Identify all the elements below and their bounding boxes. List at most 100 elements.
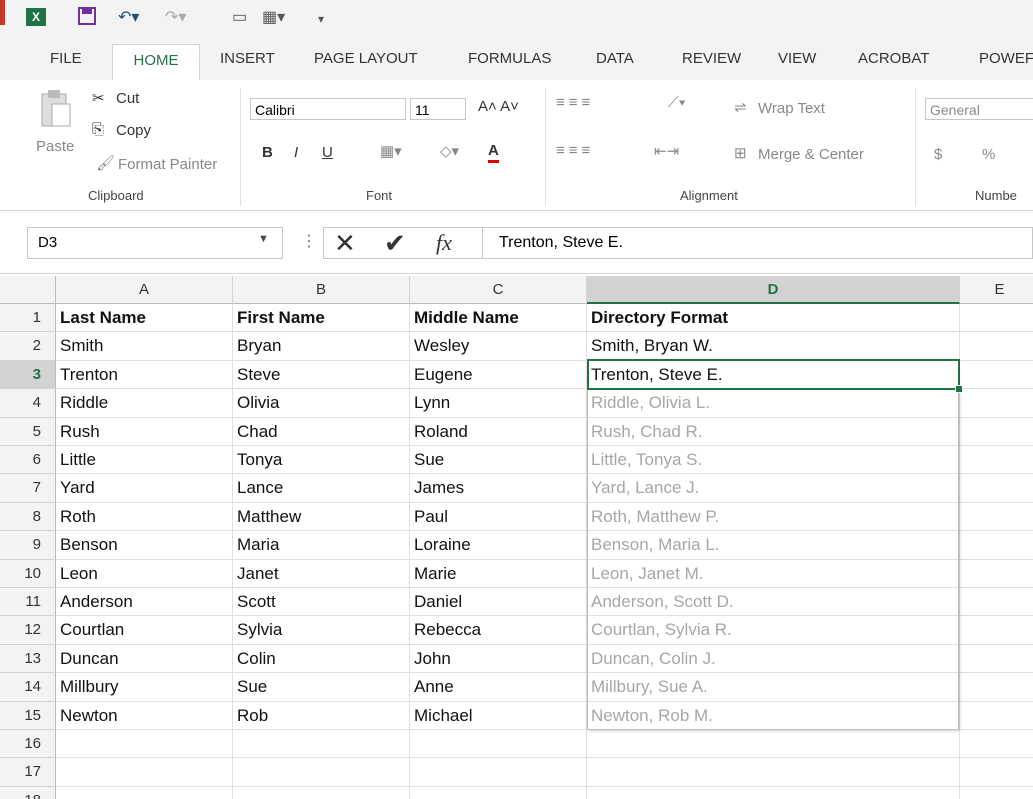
- tab-page-layout[interactable]: PAGE LAYOUT: [314, 50, 418, 67]
- cell[interactable]: [960, 474, 1033, 503]
- cell[interactable]: Yard: [56, 474, 233, 503]
- tab-insert[interactable]: INSERT: [220, 50, 275, 67]
- cell[interactable]: [587, 786, 960, 799]
- cell[interactable]: Wesley: [410, 332, 587, 361]
- table-icon[interactable]: ▦▾: [262, 7, 285, 27]
- cell[interactable]: Sue: [233, 673, 410, 702]
- row-header[interactable]: 14: [0, 673, 56, 702]
- font-name-select[interactable]: Calibri: [250, 98, 406, 120]
- cell[interactable]: Olivia: [233, 389, 410, 418]
- vertical-align-icons[interactable]: ≡≡≡: [556, 94, 594, 111]
- cell[interactable]: Riddle: [56, 389, 233, 418]
- column-header-e[interactable]: E: [960, 276, 1033, 304]
- cell[interactable]: Steve: [233, 360, 410, 390]
- column-header-c[interactable]: C: [410, 276, 587, 304]
- select-all-corner[interactable]: [0, 276, 56, 304]
- cell[interactable]: Leon, Janet M.: [587, 559, 960, 588]
- cancel-icon[interactable]: ✕: [334, 228, 356, 258]
- cell[interactable]: Benson, Maria L.: [587, 531, 960, 560]
- cell[interactable]: Duncan, Colin J.: [587, 644, 960, 674]
- cell[interactable]: Leon: [56, 559, 233, 588]
- row-header[interactable]: 12: [0, 616, 56, 645]
- cell[interactable]: Little: [56, 446, 233, 475]
- cell[interactable]: Roth, Matthew P.: [587, 502, 960, 532]
- percent-button[interactable]: %: [982, 146, 995, 163]
- cell[interactable]: Maria: [233, 531, 410, 560]
- row-header[interactable]: 4: [0, 389, 56, 418]
- cell[interactable]: Newton: [56, 701, 233, 730]
- column-header-a[interactable]: A: [56, 276, 233, 304]
- cell[interactable]: [960, 673, 1033, 702]
- tab-file[interactable]: FILE: [50, 50, 82, 67]
- row-header[interactable]: 6: [0, 446, 56, 475]
- cell[interactable]: [960, 787, 1033, 799]
- cell[interactable]: Lance: [233, 474, 410, 503]
- cell[interactable]: Roland: [410, 417, 587, 446]
- name-box-dropdown-icon[interactable]: ▼: [258, 233, 269, 245]
- cell[interactable]: Newton, Rob M.: [587, 701, 960, 730]
- cell[interactable]: Little, Tonya S.: [587, 446, 960, 475]
- cell[interactable]: Loraine: [410, 531, 587, 560]
- row-header[interactable]: 15: [0, 701, 56, 730]
- bold-button[interactable]: B: [262, 144, 273, 161]
- cell[interactable]: Anne: [410, 673, 587, 702]
- row-header[interactable]: 1: [0, 304, 56, 333]
- underline-button[interactable]: U: [322, 144, 333, 161]
- tab-view[interactable]: VIEW: [778, 50, 816, 67]
- tab-power[interactable]: POWEF: [979, 50, 1033, 67]
- cell[interactable]: [56, 758, 233, 787]
- cell[interactable]: Lynn: [410, 389, 587, 418]
- customize-qat-icon[interactable]: ▾: [318, 12, 324, 26]
- cell[interactable]: [56, 786, 233, 799]
- cell[interactable]: Sylvia: [233, 616, 410, 645]
- copy-button[interactable]: Copy: [116, 122, 151, 139]
- tab-home[interactable]: HOME: [112, 44, 200, 81]
- cell[interactable]: James: [410, 474, 587, 503]
- fill-color-icon[interactable]: ◇▾: [440, 142, 459, 160]
- cell[interactable]: Rush, Chad R.: [587, 417, 960, 446]
- cell[interactable]: Rush: [56, 417, 233, 446]
- cell[interactable]: [960, 361, 1033, 390]
- row-header[interactable]: 13: [0, 644, 56, 674]
- column-header-d[interactable]: D: [587, 276, 960, 304]
- font-color-icon[interactable]: A: [488, 142, 499, 163]
- cell[interactable]: Rebecca: [410, 616, 587, 645]
- cell[interactable]: [960, 332, 1033, 361]
- paste-icon[interactable]: [36, 88, 76, 127]
- number-format-select[interactable]: General: [925, 98, 1033, 120]
- cell[interactable]: [960, 560, 1033, 588]
- cell[interactable]: Anderson: [56, 588, 233, 617]
- save-icon[interactable]: [78, 7, 96, 30]
- merge-center-button[interactable]: Merge & Center: [758, 146, 864, 163]
- cell[interactable]: [960, 531, 1033, 560]
- cell[interactable]: Courtlan, Sylvia R.: [587, 616, 960, 645]
- cut-button[interactable]: Cut: [116, 90, 139, 107]
- enter-icon[interactable]: ✔: [384, 228, 406, 258]
- cell[interactable]: Paul: [410, 502, 587, 532]
- cell[interactable]: [960, 616, 1033, 645]
- cell[interactable]: John: [410, 644, 587, 674]
- tab-formulas[interactable]: FORMULAS: [468, 50, 551, 67]
- italic-button[interactable]: I: [294, 144, 298, 161]
- cell[interactable]: Bryan: [233, 332, 410, 361]
- cell[interactable]: [56, 730, 233, 759]
- row-header[interactable]: 8: [0, 502, 56, 532]
- cell[interactable]: Scott: [233, 588, 410, 617]
- row-header[interactable]: 17: [0, 758, 56, 787]
- cell[interactable]: [960, 389, 1033, 418]
- cell[interactable]: [960, 503, 1033, 532]
- font-size-select[interactable]: 11: [410, 98, 466, 120]
- cell[interactable]: Chad: [233, 417, 410, 446]
- row-header[interactable]: 10: [0, 559, 56, 588]
- cell[interactable]: Smith, Bryan W.: [587, 332, 960, 361]
- insert-function-icon[interactable]: fx: [436, 228, 452, 258]
- cell[interactable]: [233, 730, 410, 759]
- cell[interactable]: Directory Format: [587, 304, 960, 333]
- row-header[interactable]: 2: [0, 332, 56, 361]
- cell[interactable]: [960, 304, 1033, 333]
- row-header[interactable]: 5: [0, 417, 56, 446]
- orientation-icon[interactable]: ⟋▾: [668, 94, 686, 111]
- indent-icons[interactable]: ⇤⇥: [654, 142, 679, 160]
- cell[interactable]: [410, 786, 587, 799]
- cell[interactable]: [960, 730, 1033, 759]
